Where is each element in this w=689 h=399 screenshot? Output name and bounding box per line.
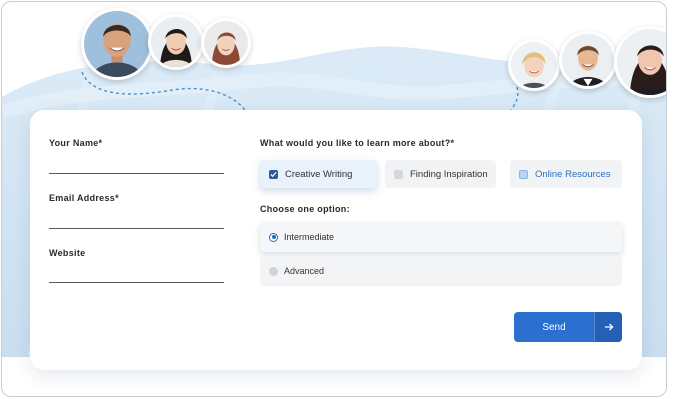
email-field[interactable]	[49, 208, 224, 228]
interests-question: What would you like to learn more about?…	[260, 138, 455, 148]
radio-label: Intermediate	[284, 232, 335, 242]
website-label: Website	[49, 248, 86, 258]
radio-advanced[interactable]: Advanced	[260, 256, 622, 286]
radio-unselected-icon[interactable]	[269, 266, 278, 276]
checkbox-unchecked-icon[interactable]	[519, 169, 528, 179]
man-in-jacket-avatar	[559, 31, 617, 89]
option-online-resources[interactable]: Online Resources	[510, 160, 622, 188]
arrow-right-icon	[594, 312, 622, 342]
name-label: Your Name*	[49, 138, 103, 148]
option-creative-writing[interactable]: Creative Writing	[260, 160, 377, 188]
radio-intermediate[interactable]: Intermediate	[260, 222, 622, 252]
redhead-woman-icon	[204, 21, 248, 65]
asian-woman-icon	[151, 17, 201, 67]
email-label: Email Address*	[49, 193, 119, 203]
name-underline	[49, 173, 224, 174]
radio-label: Advanced	[284, 266, 325, 276]
asian-woman-avatar	[148, 14, 204, 70]
contact-form-card: Your Name* Email Address* Website What w…	[30, 110, 642, 370]
option-label: Finding Inspiration	[410, 168, 488, 180]
man-in-jacket-icon	[562, 34, 614, 86]
radio-selected-icon[interactable]	[269, 232, 278, 242]
name-field[interactable]	[49, 153, 224, 173]
level-question: Choose one option:	[260, 204, 350, 214]
send-button[interactable]: Send	[514, 312, 622, 342]
blonde-woman-icon	[511, 42, 557, 88]
dark-haired-woman-icon	[617, 29, 666, 95]
option-label: Creative Writing	[285, 168, 353, 180]
checkbox-checked-icon[interactable]	[269, 169, 278, 179]
website-underline	[49, 282, 224, 283]
email-underline	[49, 228, 224, 229]
option-finding-inspiration[interactable]: Finding Inspiration	[385, 160, 496, 188]
checkbox-unchecked-icon[interactable]	[394, 169, 403, 179]
redhead-woman-avatar	[201, 18, 251, 68]
send-button-label: Send	[542, 321, 566, 333]
website-field[interactable]	[49, 263, 224, 283]
page-frame: Your Name* Email Address* Website What w…	[1, 1, 667, 397]
blonde-woman-avatar	[508, 39, 560, 91]
smiling-man-avatar	[81, 8, 153, 80]
smiling-man-icon	[84, 11, 150, 77]
option-label: Online Resources	[535, 168, 611, 180]
